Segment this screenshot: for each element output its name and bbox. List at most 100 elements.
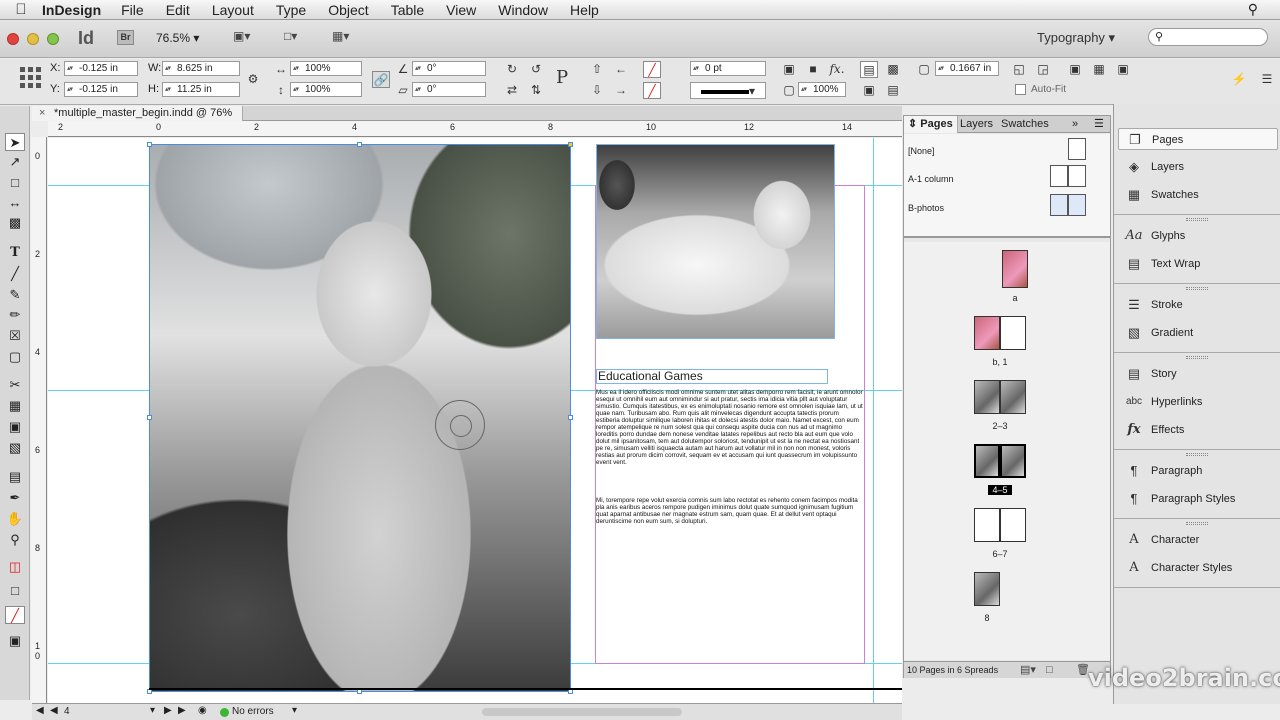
master-a-right-thumb[interactable] xyxy=(1068,165,1086,187)
page-menu-icon[interactable]: ▾ xyxy=(150,705,155,716)
horizontal-scrollbar[interactable] xyxy=(482,708,682,716)
reference-point-selector[interactable] xyxy=(20,67,42,89)
dock-text-wrap[interactable]: ▤ Text Wrap xyxy=(1118,253,1278,275)
preflight-menu-icon[interactable]: ▾ xyxy=(292,705,297,716)
dock-hyperlinks[interactable]: abc Hyperlinks xyxy=(1118,391,1278,413)
rectangle-frame-tool-icon[interactable]: ☒ xyxy=(5,327,25,345)
line-tool-icon[interactable]: ╱ xyxy=(5,265,25,283)
page-thumbnail-3[interactable] xyxy=(1000,380,1026,414)
workspace-switcher[interactable]: Typography ▾ xyxy=(1037,30,1115,46)
fit-content-to-frame-icon[interactable]: ◱ xyxy=(1010,61,1028,78)
gradient-feather-tool-icon[interactable]: ▧ xyxy=(5,439,25,457)
ruler-guide[interactable] xyxy=(873,138,874,703)
horizontal-ruler[interactable]: 2 0 2 4 6 8 10 12 14 xyxy=(48,121,902,137)
page-thumbnail-2[interactable] xyxy=(974,380,1000,414)
screen-mode-icon[interactable]: □▾ xyxy=(284,29,314,47)
dock-grip[interactable] xyxy=(1186,453,1208,456)
free-transform-tool-icon[interactable]: ▦ xyxy=(5,397,25,415)
select-container-icon[interactable]: ⇧ xyxy=(588,61,606,78)
frame-handle[interactable] xyxy=(147,142,152,147)
fitting-offset-field[interactable]: 0.1667 in xyxy=(935,61,999,76)
link-scale-icon[interactable]: 🔗 xyxy=(372,71,390,88)
select-content-icon[interactable]: ⇩ xyxy=(588,82,606,99)
help-search-input[interactable]: ⚲ xyxy=(1148,28,1268,46)
master-a-left-thumb[interactable] xyxy=(1050,165,1068,187)
width-field[interactable]: 8.625 in xyxy=(162,61,240,76)
dock-grip[interactable] xyxy=(1186,287,1208,290)
page-thumbnail-a[interactable] xyxy=(1002,250,1028,288)
fit-proportionally-icon[interactable]: ▣ xyxy=(1114,61,1132,78)
document-tab[interactable]: × *multiple_master_begin.indd @ 76% xyxy=(32,106,244,121)
dock-glyphs[interactable]: Aa Glyphs xyxy=(1118,225,1278,247)
dock-swatches[interactable]: ▦ Swatches xyxy=(1118,184,1278,206)
text-wrap-shape-icon[interactable]: ▣ xyxy=(860,82,878,99)
flip-horizontal-icon[interactable]: ⇄ xyxy=(503,82,521,99)
text-wrap-bbox-icon[interactable]: ▩ xyxy=(884,61,902,78)
menu-layout[interactable]: Layout xyxy=(212,2,254,18)
page-tool-icon[interactable]: □ xyxy=(5,174,25,192)
content-collector-icon[interactable]: ▩ xyxy=(5,214,25,232)
scale-x-field[interactable]: 100% xyxy=(290,61,362,76)
zoom-window-button[interactable] xyxy=(47,33,59,45)
menu-help[interactable]: Help xyxy=(570,2,599,18)
zoom-level-select[interactable]: 76.5% ▾ xyxy=(156,31,199,45)
x-position-field[interactable]: -0.125 in xyxy=(64,61,138,76)
menu-app-name[interactable]: InDesign xyxy=(42,2,101,18)
rectangle-tool-icon[interactable]: ▢ xyxy=(5,348,25,366)
drop-shadow-icon[interactable]: ▣ xyxy=(780,61,798,78)
auto-fit-checkbox[interactable] xyxy=(1015,84,1026,95)
stroke-type-select[interactable]: ▾ xyxy=(690,82,766,99)
fill-frame-proportionally-icon[interactable]: ▦ xyxy=(1090,61,1108,78)
frame-handle[interactable] xyxy=(568,415,573,420)
next-page-icon[interactable]: ▶ xyxy=(164,705,172,716)
fx-effects-icon[interactable]: fx. xyxy=(828,61,846,78)
master-a[interactable]: A-1 column xyxy=(908,174,954,184)
body-paragraph-2[interactable]: Mi, torempore repe volut exercia comnis … xyxy=(596,497,864,525)
quick-apply-icon[interactable]: ⚡ xyxy=(1230,71,1248,88)
menu-table[interactable]: Table xyxy=(391,2,424,18)
screen-mode-tool-icon[interactable]: ▣ xyxy=(5,632,25,650)
apply-none-icon[interactable]: ╱ xyxy=(5,606,25,624)
shear-angle-field[interactable]: 0° xyxy=(412,82,486,97)
rotate-ccw-icon[interactable]: ↺ xyxy=(527,61,545,78)
dock-character-styles[interactable]: A Character Styles xyxy=(1118,557,1278,579)
direct-selection-tool-icon[interactable]: ↗ xyxy=(5,153,25,171)
gap-tool-icon[interactable]: ↔ xyxy=(5,194,25,212)
current-page-field[interactable]: 4 xyxy=(64,706,70,717)
gradient-swatch-tool-icon[interactable]: ▣ xyxy=(5,418,25,436)
bridge-button[interactable]: Br xyxy=(117,30,134,45)
opacity-field[interactable]: 100% xyxy=(798,82,846,97)
arrange-documents-icon[interactable]: ▦▾ xyxy=(332,29,362,47)
dock-story[interactable]: ▤ Story xyxy=(1118,363,1278,385)
fit-frame-to-content-icon[interactable]: ◲ xyxy=(1034,61,1052,78)
control-panel-menu-icon[interactable]: ☰ xyxy=(1258,71,1276,88)
master-none-thumb[interactable] xyxy=(1068,138,1086,160)
eyedropper-tool-icon[interactable]: ✒ xyxy=(5,489,25,507)
menu-edit[interactable]: Edit xyxy=(166,2,190,18)
page-thumbnail-8[interactable] xyxy=(974,572,1000,606)
dock-paragraph-styles[interactable]: ¶ Paragraph Styles xyxy=(1118,488,1278,510)
master-none[interactable]: [None] xyxy=(908,146,935,156)
previous-page-icon[interactable]: ◀ xyxy=(50,705,58,716)
fill-stroke-swatch-icon[interactable]: ◫ xyxy=(5,558,25,576)
master-b[interactable]: B-photos xyxy=(908,203,944,213)
close-tab-icon[interactable]: × xyxy=(39,106,45,121)
page-thumbnail-7[interactable] xyxy=(1000,508,1026,542)
zoom-tool-icon[interactable]: ⚲ xyxy=(5,531,25,549)
spotlight-search-icon[interactable]: ⚲ xyxy=(1248,1,1258,18)
selected-frame[interactable] xyxy=(149,144,571,692)
open-document-icon[interactable]: ◉ xyxy=(198,705,207,716)
text-wrap-jump-icon[interactable]: ▤ xyxy=(884,82,902,99)
scissors-tool-icon[interactable]: ✂ xyxy=(5,376,25,394)
page-size-icon[interactable]: ▤▾ xyxy=(1020,662,1036,679)
selection-tool-icon[interactable]: ➤ xyxy=(5,133,25,151)
hand-tool-icon[interactable]: ✋ xyxy=(5,510,25,528)
page-thumbnail-4[interactable] xyxy=(974,444,1000,478)
type-tool-icon[interactable]: T xyxy=(5,244,25,262)
dock-layers[interactable]: ◈ Layers xyxy=(1118,156,1278,178)
effects-square-icon[interactable]: ■ xyxy=(804,61,822,78)
height-field[interactable]: 11.25 in xyxy=(162,82,240,97)
dock-pages[interactable]: ❐ Pages xyxy=(1118,128,1278,150)
rotate-cw-icon[interactable]: ↻ xyxy=(503,61,521,78)
document-canvas[interactable]: Educational Games Mus ea il idero offici… xyxy=(48,138,902,703)
